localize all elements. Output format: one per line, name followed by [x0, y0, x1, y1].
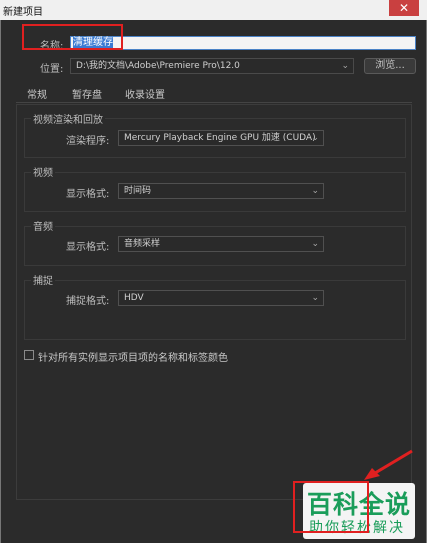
renderer-value: Mercury Playback Engine GPU 加速 (CUDA): [124, 133, 316, 143]
location-value: D:\我的文档\Adobe\Premiere Pro\12.0: [76, 61, 240, 71]
chevron-down-icon: ⌄: [311, 186, 319, 196]
tab-scratch-disks[interactable]: 暂存盘: [72, 86, 102, 101]
audio-format-label: 显示格式:: [66, 242, 110, 253]
capture-group-title: 捕捉: [31, 272, 55, 287]
chevron-down-icon: ⌄: [311, 239, 319, 249]
show-labels-checkbox-label: 针对所有实例显示项目项的名称和标签颜色: [38, 353, 228, 364]
title-bar: 新建项目 ✕: [0, 0, 427, 20]
tab-divider: [16, 102, 412, 103]
chevron-down-icon: ⌄: [311, 293, 319, 303]
audio-format-dropdown[interactable]: 音频采样 ⌄: [118, 236, 324, 252]
tab-ingest-settings[interactable]: 收录设置: [125, 86, 165, 101]
location-dropdown[interactable]: D:\我的文档\Adobe\Premiere Pro\12.0 ⌄: [70, 58, 354, 74]
chevron-down-icon: ⌄: [341, 61, 349, 71]
renderer-label: 渲染程序:: [66, 136, 110, 147]
video-group-title: 视频: [31, 164, 55, 179]
render-group-title: 视频渲染和回放: [31, 111, 105, 126]
video-format-dropdown[interactable]: 时间码 ⌄: [118, 183, 324, 199]
show-labels-checkbox[interactable]: [24, 350, 34, 360]
audio-format-value: 音频采样: [124, 239, 161, 249]
capture-format-dropdown[interactable]: HDV ⌄: [118, 290, 324, 306]
capture-format-label: 捕捉格式:: [66, 296, 110, 307]
window-title: 新建项目: [3, 7, 43, 18]
annotation-arrow-icon: [364, 449, 413, 480]
close-icon[interactable]: ✕: [389, 0, 419, 16]
annotation-highlight-ok: [293, 481, 369, 533]
tab-general[interactable]: 常规: [27, 86, 47, 105]
capture-format-value: HDV: [124, 293, 144, 303]
renderer-dropdown[interactable]: Mercury Playback Engine GPU 加速 (CUDA) ⌄: [118, 130, 324, 146]
audio-group-title: 音频: [31, 218, 55, 233]
chevron-down-icon: ⌄: [311, 133, 319, 143]
video-format-value: 时间码: [124, 186, 152, 196]
location-label: 位置:: [40, 64, 64, 75]
browse-button[interactable]: 浏览...: [364, 58, 416, 74]
annotation-highlight-name: [22, 24, 123, 50]
video-format-label: 显示格式:: [66, 189, 110, 200]
capture-group: [24, 280, 406, 340]
